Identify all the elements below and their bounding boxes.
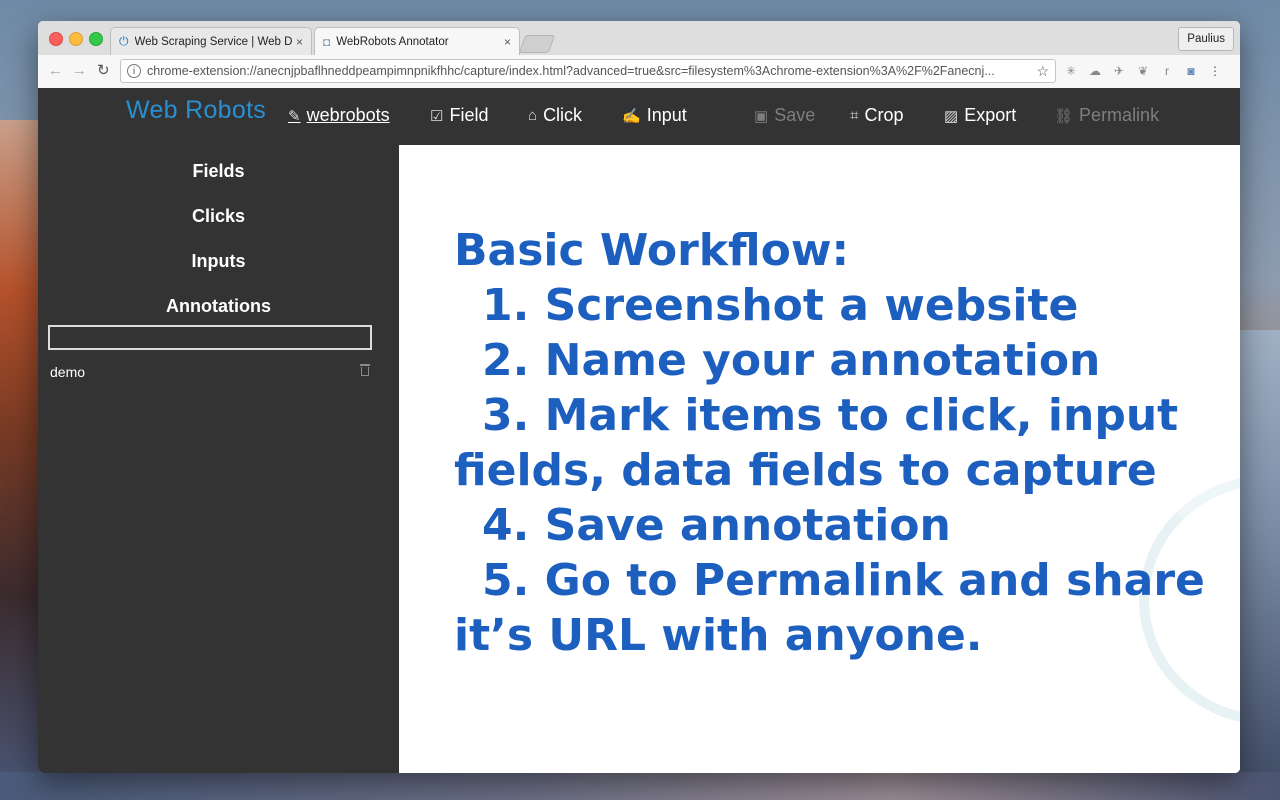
- export-button[interactable]: ▨ Export: [944, 105, 1016, 126]
- extension-cloud-icon[interactable]: ☁: [1088, 64, 1102, 78]
- workflow-step: 2. Name your annotation: [482, 335, 1101, 386]
- check-circle-icon: ☑: [430, 107, 444, 125]
- workflow-step-continued: it’s URL with anyone.: [454, 610, 983, 661]
- workflow-text: Basic Workflow: 1. Screenshot a website …: [454, 223, 1234, 663]
- sidebar-annotations-heading[interactable]: Annotations: [38, 296, 399, 317]
- user-link[interactable]: ✎ webrobots: [288, 105, 390, 126]
- tab-close-icon[interactable]: ×: [296, 35, 303, 49]
- permalink-button[interactable]: ⛓ Permalink: [1054, 105, 1159, 126]
- trash-icon[interactable]: [360, 364, 370, 376]
- edit-box-icon: ✍: [622, 107, 641, 125]
- extension-icons: ✳ ☁ ✈ ❦ r ◙ ⋮: [1064, 64, 1222, 78]
- pencil-icon: ✎: [288, 107, 301, 125]
- list-item[interactable]: demo: [50, 364, 370, 382]
- url-text[interactable]: chrome-extension://anecnjpbaflhneddpeamp…: [147, 64, 1030, 78]
- extension-sun-icon[interactable]: ✳: [1064, 64, 1078, 78]
- annotation-name-input[interactable]: [48, 325, 372, 350]
- sidebar: Fields Clicks Inputs Annotations demo: [38, 145, 399, 773]
- mouse-icon: ⌂: [528, 107, 538, 124]
- field-button[interactable]: ☑ Field: [430, 105, 488, 126]
- close-window-button[interactable]: [49, 32, 63, 46]
- extension-leaf-icon[interactable]: ❦: [1136, 64, 1150, 78]
- address-bar[interactable]: i chrome-extension://anecnjpbaflhneddpea…: [120, 59, 1056, 83]
- extension-r-icon[interactable]: r: [1160, 64, 1174, 78]
- menu-kebab-icon[interactable]: ⋮: [1208, 64, 1222, 78]
- field-label: Field: [449, 105, 489, 125]
- minimize-window-button[interactable]: [69, 32, 83, 46]
- save-label: Save: [774, 105, 816, 125]
- tab-webrobots-annotator[interactable]: ◘ WebRobots Annotator ×: [314, 27, 520, 56]
- desktop-background-bottom: [0, 772, 1280, 800]
- floppy-disk-icon: ▣: [754, 107, 769, 125]
- link-icon: ⛓: [1054, 107, 1074, 125]
- new-tab-button[interactable]: [518, 35, 556, 53]
- browser-window: ⏻ Web Scraping Service | Web D × ◘ WebRo…: [38, 21, 1240, 773]
- sidebar-clicks-heading[interactable]: Clicks: [38, 206, 399, 227]
- crop-button[interactable]: ⌗ Crop: [850, 105, 903, 126]
- info-icon[interactable]: i: [127, 64, 141, 78]
- tab-strip: ⏻ Web Scraping Service | Web D × ◘ WebRo…: [38, 21, 1240, 56]
- click-button[interactable]: ⌂ Click: [528, 105, 582, 126]
- sidebar-fields-heading[interactable]: Fields: [38, 161, 399, 182]
- workflow-step-continued: fields, data fields to capture: [454, 445, 1157, 496]
- extension-camera-icon[interactable]: ◙: [1184, 64, 1198, 78]
- profile-button[interactable]: Paulius: [1178, 27, 1234, 51]
- save-button[interactable]: ▣ Save: [754, 105, 815, 126]
- user-name: webrobots: [306, 105, 390, 125]
- workflow-step: 5. Go to Permalink and share: [482, 555, 1205, 606]
- tab-title: Web Scraping Service | Web D: [134, 35, 292, 48]
- brand-logo[interactable]: Web Robots: [126, 96, 266, 125]
- bookmark-star-icon[interactable]: ☆: [1036, 63, 1049, 80]
- back-arrow-icon[interactable]: ←: [48, 62, 63, 80]
- tab-title: WebRobots Annotator: [336, 36, 449, 48]
- camera-icon: ◘: [323, 35, 331, 49]
- input-button[interactable]: ✍ Input: [622, 105, 687, 126]
- crop-icon: ⌗: [850, 107, 859, 124]
- export-label: Export: [964, 105, 1017, 125]
- workflow-step: 4. Save annotation: [482, 500, 951, 551]
- workflow-step: 1. Screenshot a website: [482, 280, 1079, 331]
- extension-satellite-icon[interactable]: ✈: [1112, 64, 1126, 78]
- browser-toolbar: ← → ↻ i chrome-extension://anecnjpbaflhn…: [38, 55, 1240, 89]
- click-label: Click: [543, 105, 583, 125]
- annotation-name[interactable]: demo: [50, 364, 85, 380]
- tab-close-icon[interactable]: ×: [504, 35, 511, 49]
- power-icon: ⏻: [119, 34, 129, 48]
- image-icon: ▨: [944, 107, 959, 125]
- crop-label: Crop: [864, 105, 904, 125]
- app-header: Web Robots ✎ webrobots ☑ Field ⌂ Click ✍…: [38, 88, 1240, 145]
- permalink-label: Permalink: [1079, 105, 1160, 125]
- sidebar-inputs-heading[interactable]: Inputs: [38, 251, 399, 272]
- desktop-background-left: [0, 120, 40, 800]
- main-canvas: Basic Workflow: 1. Screenshot a website …: [399, 145, 1240, 773]
- maximize-window-button[interactable]: [89, 32, 103, 46]
- desktop-background-right: [1240, 330, 1280, 800]
- workflow-step: 3. Mark items to click, input: [482, 390, 1179, 441]
- input-label: Input: [646, 105, 687, 125]
- forward-arrow-icon[interactable]: →: [72, 62, 87, 80]
- workflow-heading: Basic Workflow:: [454, 225, 850, 276]
- tab-web-scraping-service[interactable]: ⏻ Web Scraping Service | Web D ×: [110, 27, 312, 55]
- reload-icon[interactable]: ↻: [97, 62, 110, 80]
